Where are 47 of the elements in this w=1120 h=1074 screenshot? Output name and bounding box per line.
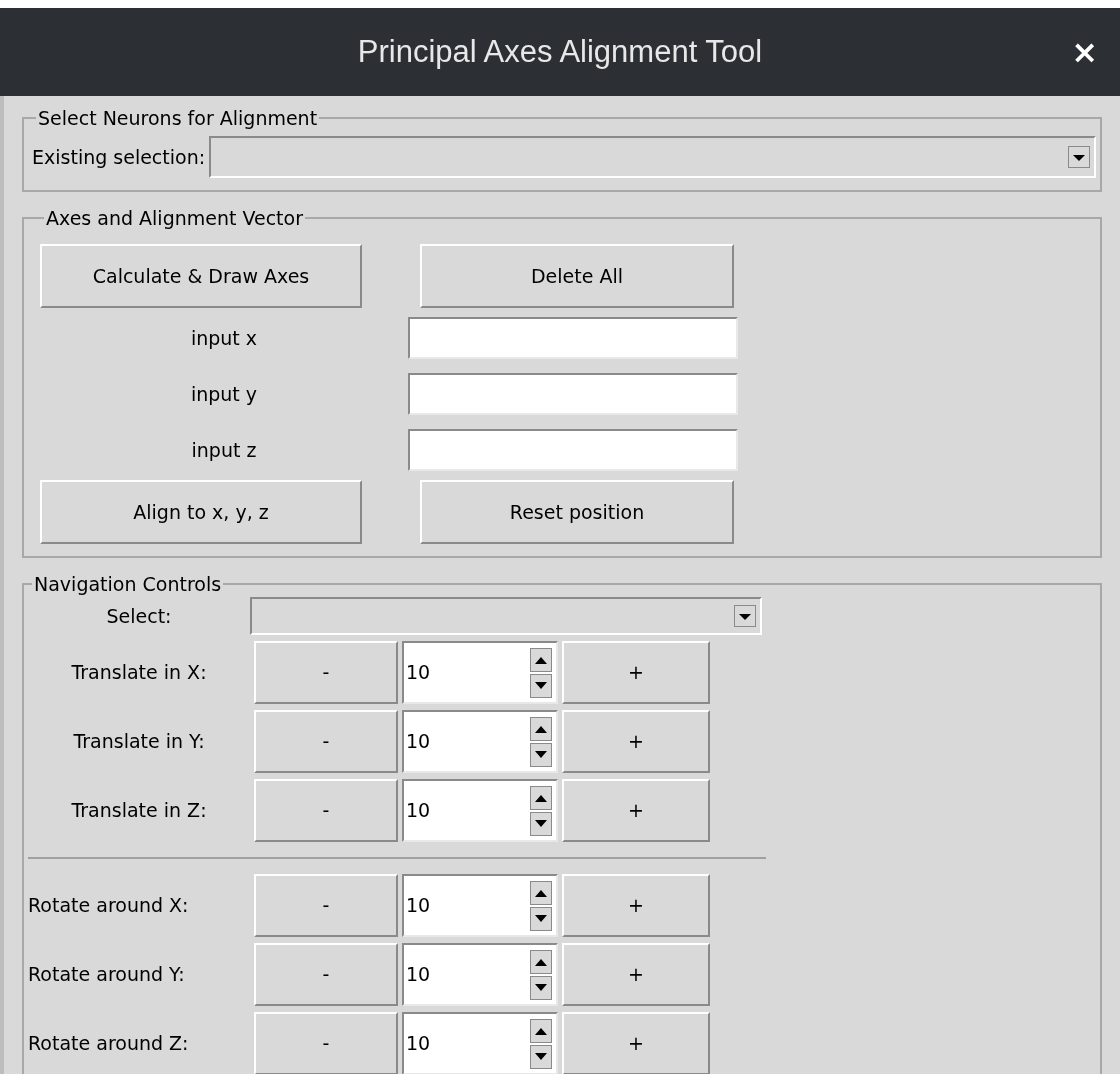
action-button[interactable]: Reset position [420, 480, 734, 544]
group-title: Select Neurons for Alignment [37, 108, 319, 128]
increase-button[interactable]: + [562, 1012, 710, 1074]
row-label: Rotate around X: [28, 893, 189, 919]
row-label: Rotate around Y: [28, 962, 185, 988]
row-label: Translate in Z: [71, 798, 207, 824]
decrease-button[interactable]: - [254, 874, 398, 937]
spin-box[interactable]: 10 [402, 779, 558, 842]
spin-arrows-icon[interactable] [530, 716, 552, 767]
row-label: Translate in Y: [73, 729, 205, 755]
spin-box[interactable]: 10 [402, 943, 558, 1006]
increase-button[interactable]: + [562, 641, 710, 704]
spin-arrows-icon[interactable] [530, 949, 552, 1000]
input-label: input y [190, 381, 258, 407]
row-label: Translate in X: [71, 660, 207, 686]
group-title: Navigation Controls [33, 574, 223, 594]
input-label: input x [190, 325, 258, 351]
decrease-button[interactable]: - [254, 710, 398, 773]
spin-box[interactable]: 10 [402, 641, 558, 704]
input-field[interactable] [408, 373, 738, 415]
close-button[interactable]: × [1071, 36, 1098, 68]
spin-arrows-icon[interactable] [530, 880, 552, 931]
increase-button[interactable]: + [562, 874, 710, 937]
decrease-button[interactable]: - [254, 779, 398, 842]
input-field[interactable] [408, 317, 738, 359]
spin-box[interactable]: 10 [402, 710, 558, 773]
decrease-button[interactable]: - [254, 943, 398, 1006]
decrease-button[interactable]: - [254, 1012, 398, 1074]
spin-box[interactable]: 10 [402, 874, 558, 937]
spin-arrows-icon[interactable] [530, 1018, 552, 1069]
spin-arrows-icon[interactable] [530, 647, 552, 698]
spin-box[interactable]: 10 [402, 1012, 558, 1074]
window-title: Principal Axes Alignment Tool [357, 32, 763, 71]
input-label: input z [191, 437, 257, 463]
field-label: Existing selection: [32, 144, 206, 170]
spin-arrows-icon[interactable] [530, 785, 552, 836]
field-label: Select: [106, 603, 172, 629]
group-title: Axes and Alignment Vector [45, 208, 304, 228]
increase-button[interactable]: + [562, 779, 710, 842]
decrease-button[interactable]: - [254, 641, 398, 704]
action-button[interactable]: Align to x, y, z [40, 480, 362, 544]
input-field[interactable] [408, 429, 738, 471]
increase-button[interactable]: + [562, 943, 710, 1006]
increase-button[interactable]: + [562, 710, 710, 773]
action-button[interactable]: Delete All [420, 244, 734, 308]
row-label: Rotate around Z: [28, 1031, 189, 1057]
action-button[interactable]: Calculate & Draw Axes [40, 244, 362, 308]
